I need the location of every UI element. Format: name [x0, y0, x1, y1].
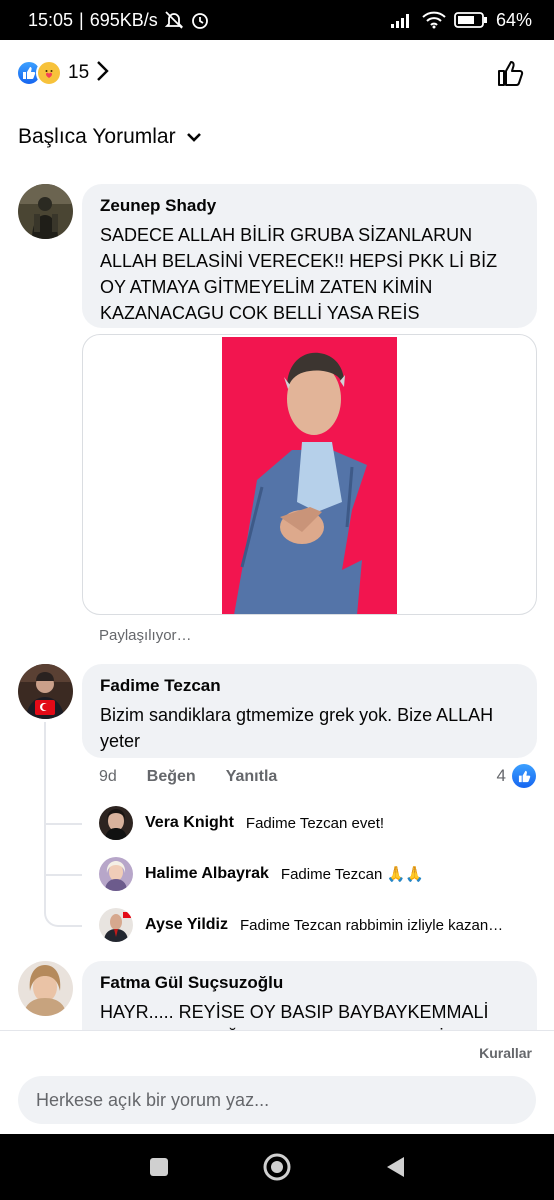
signal-icon — [390, 11, 414, 29]
alarm-icon — [190, 10, 210, 30]
sharing-status: Paylaşılıyor… — [99, 627, 192, 644]
wifi-icon — [422, 11, 446, 29]
reaction-count: 15 — [68, 62, 90, 83]
thread-connector — [46, 874, 82, 876]
comment-actions: 9d Beğen Yanıtla — [99, 768, 277, 786]
battery-icon — [454, 11, 488, 29]
network-speed: 695KB/s — [89, 9, 158, 30]
comment-author[interactable]: Fatma Gül Suçsuzoğlu — [100, 973, 519, 993]
avatar[interactable] — [99, 857, 133, 891]
comment-author[interactable]: Zeunep Shady — [100, 196, 519, 216]
home-button[interactable] — [257, 1147, 297, 1187]
avatar[interactable] — [99, 908, 133, 942]
comment-text: Bizim sandiklara gtmemize grek yok. Bize… — [100, 705, 494, 751]
recent-apps-button[interactable] — [139, 1147, 179, 1187]
comment-like-count[interactable]: 4 — [497, 764, 536, 788]
sort-label: Başlıca Yorumlar — [18, 125, 176, 148]
like-icon — [512, 764, 536, 788]
reply-item[interactable]: Vera Knight Fadime Tezcan evet! — [99, 806, 384, 840]
comment-bubble: Fadime Tezcan Bizim sandiklara gtmemize … — [82, 664, 537, 758]
comment-sort-dropdown[interactable]: Başlıca Yorumlar — [18, 125, 202, 149]
like-comment-button[interactable]: Beğen — [147, 768, 196, 786]
clock: 15:05 — [28, 9, 74, 30]
reply-author[interactable]: Ayse Yildiz — [145, 916, 228, 934]
reply-author[interactable]: Vera Knight — [145, 814, 234, 832]
like-button[interactable] — [496, 58, 526, 93]
comment-time: 9d — [99, 768, 117, 785]
avatar[interactable] — [99, 806, 133, 840]
care-icon — [36, 60, 62, 86]
reply-item[interactable]: Halime Albayrak Fadime Tezcan 🙏🙏 — [99, 857, 424, 891]
mute-icon — [164, 10, 184, 30]
avatar[interactable] — [18, 184, 73, 239]
reply-author[interactable]: Halime Albayrak — [145, 865, 269, 883]
battery-level: 64 — [495, 9, 516, 30]
rules-link[interactable]: Kurallar — [479, 1045, 532, 1061]
thread-connector — [46, 823, 82, 825]
comment-bubble: Zeunep Shady SADECE ALLAH BİLİR GRUBA Sİ… — [82, 184, 537, 328]
shared-image-card[interactable] — [82, 334, 537, 615]
reply-button[interactable]: Yanıtla — [226, 768, 278, 786]
reply-text: Fadime Tezcan evet! — [245, 814, 385, 832]
comment-composer-panel: Kurallar — [0, 1030, 554, 1134]
thumbs-up-icon — [496, 61, 526, 92]
comment-text: SADECE ALLAH BİLİR GRUBA SİZANLARUN ALLA… — [100, 225, 498, 323]
chevron-down-icon — [186, 125, 202, 149]
avatar[interactable] — [18, 961, 73, 1016]
avatar[interactable] — [18, 664, 73, 719]
reply-text: Fadime Tezcan 🙏🙏 — [280, 866, 424, 883]
system-nav-bar — [0, 1134, 554, 1200]
back-button[interactable] — [375, 1147, 415, 1187]
reactions-bar[interactable]: 15 — [0, 40, 554, 106]
reply-text: Fadime Tezcan rabbimin izliyle kazan… — [240, 916, 504, 934]
chevron-right-icon[interactable] — [95, 59, 111, 88]
comment-input[interactable] — [18, 1076, 536, 1124]
shared-photo — [222, 337, 397, 614]
reply-item[interactable]: Ayse Yildiz Fadime Tezcan rabbimin izliy… — [99, 908, 503, 942]
comment-author[interactable]: Fadime Tezcan — [100, 676, 519, 696]
status-bar: 15:05 | 695KB/s 64% — [0, 0, 554, 40]
